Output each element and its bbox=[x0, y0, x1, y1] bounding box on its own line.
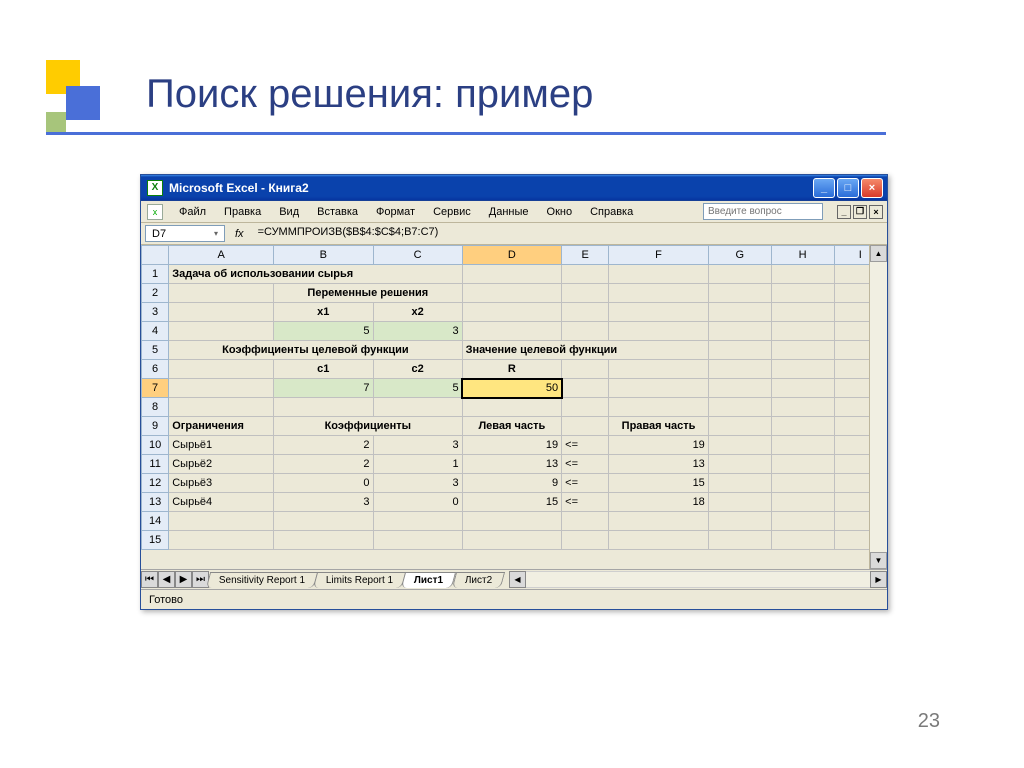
chevron-down-icon[interactable]: ▾ bbox=[214, 229, 218, 238]
row-14: 14 bbox=[142, 512, 887, 531]
scroll-track[interactable] bbox=[870, 262, 887, 552]
slide-deco bbox=[46, 60, 116, 130]
sheet-area: A B C D E F G H I 1 Задача об использова… bbox=[141, 245, 887, 569]
col-header-E[interactable]: E bbox=[562, 246, 609, 265]
menu-data[interactable]: Данные bbox=[481, 204, 537, 220]
scroll-up-button[interactable]: ▲ bbox=[870, 245, 887, 262]
column-header-row: A B C D E F G H I bbox=[142, 246, 887, 265]
row-15: 15 bbox=[142, 531, 887, 550]
doc-minimize-button[interactable]: _ bbox=[837, 205, 851, 219]
minimize-button[interactable]: _ bbox=[813, 178, 835, 198]
row-2: 2 Переменные решения bbox=[142, 284, 887, 303]
row-8: 8 bbox=[142, 398, 887, 417]
menu-edit[interactable]: Правка bbox=[216, 204, 269, 220]
menu-tools[interactable]: Сервис bbox=[425, 204, 479, 220]
row-header[interactable]: 1 bbox=[142, 265, 169, 284]
window-titlebar[interactable]: X Microsoft Excel - Книга2 _ □ × bbox=[141, 175, 887, 201]
scroll-left-button[interactable]: ◀ bbox=[509, 571, 526, 588]
col-header-B[interactable]: B bbox=[274, 246, 374, 265]
scroll-down-button[interactable]: ▼ bbox=[870, 552, 887, 569]
col-header-F[interactable]: F bbox=[609, 246, 709, 265]
page-number: 23 bbox=[918, 710, 940, 733]
workbook-icon[interactable]: x bbox=[147, 204, 163, 220]
sheet-tabs-row: ⏮ ◀ ▶ ⏭ Sensitivity Report 1 Limits Repo… bbox=[141, 569, 887, 589]
window-title: Microsoft Excel - Книга2 bbox=[169, 181, 813, 195]
row-4: 4 5 3 bbox=[142, 322, 887, 341]
row-6: 6 c1 c2 R bbox=[142, 360, 887, 379]
status-text: Готово bbox=[149, 594, 183, 606]
menu-window[interactable]: Окно bbox=[539, 204, 581, 220]
menu-file[interactable]: Файл bbox=[171, 204, 214, 220]
close-button[interactable]: × bbox=[861, 178, 883, 198]
tab-next-button[interactable]: ▶ bbox=[175, 571, 192, 588]
row-10: 10 Сырьё1 2 3 19 <= 19 bbox=[142, 436, 887, 455]
row-11: 11 Сырьё2 2 1 13 <= 13 bbox=[142, 455, 887, 474]
menu-view[interactable]: Вид bbox=[271, 204, 307, 220]
col-header-H[interactable]: H bbox=[771, 246, 834, 265]
formula-bar: D7 ▾ fx =СУММПРОИЗВ($B$4:$C$4;B7:C7) bbox=[141, 223, 887, 245]
title-underline bbox=[46, 132, 886, 135]
menu-help[interactable]: Справка bbox=[582, 204, 641, 220]
select-all-corner[interactable] bbox=[142, 246, 169, 265]
row-13: 13 Сырьё4 3 0 15 <= 18 bbox=[142, 493, 887, 512]
col-header-G[interactable]: G bbox=[708, 246, 771, 265]
tab-sheet2[interactable]: Лист2 bbox=[451, 572, 505, 588]
col-header-A[interactable]: A bbox=[169, 246, 274, 265]
vertical-scrollbar[interactable]: ▲ ▼ bbox=[869, 245, 887, 569]
menu-bar: x Файл Правка Вид Вставка Формат Сервис … bbox=[141, 201, 887, 223]
fx-label[interactable]: fx bbox=[229, 228, 250, 240]
col-header-D[interactable]: D bbox=[462, 246, 562, 265]
menu-insert[interactable]: Вставка bbox=[309, 204, 366, 220]
row-5: 5 Коэффициенты целевой функции Значение … bbox=[142, 341, 887, 360]
active-cell-D7[interactable]: 50 bbox=[462, 379, 562, 398]
row-9: 9 Ограничения Коэффициенты Левая часть П… bbox=[142, 417, 887, 436]
ask-question-input[interactable] bbox=[703, 203, 823, 220]
name-box[interactable]: D7 ▾ bbox=[145, 225, 225, 242]
maximize-button[interactable]: □ bbox=[837, 178, 859, 198]
col-header-C[interactable]: C bbox=[373, 246, 462, 265]
cell[interactable]: Задача об использовании сырья bbox=[169, 265, 462, 284]
scroll-right-button[interactable]: ▶ bbox=[870, 571, 887, 588]
spreadsheet-grid[interactable]: A B C D E F G H I 1 Задача об использова… bbox=[141, 245, 887, 550]
tab-prev-button[interactable]: ◀ bbox=[158, 571, 175, 588]
tab-sheet1[interactable]: Лист1 bbox=[401, 572, 456, 588]
tab-sensitivity[interactable]: Sensitivity Report 1 bbox=[206, 572, 318, 588]
tab-limits[interactable]: Limits Report 1 bbox=[313, 572, 407, 588]
tab-nav: ⏮ ◀ ▶ ⏭ bbox=[141, 571, 209, 588]
excel-window: X Microsoft Excel - Книга2 _ □ × x Файл … bbox=[140, 174, 888, 610]
doc-close-button[interactable]: × bbox=[869, 205, 883, 219]
doc-restore-button[interactable]: ❐ bbox=[853, 205, 867, 219]
slide-title: Поиск решения: пример bbox=[146, 72, 593, 117]
row-7: 7 7 5 50 bbox=[142, 379, 887, 398]
horizontal-scrollbar[interactable]: ◀ ▶ bbox=[509, 571, 887, 588]
formula-input[interactable]: =СУММПРОИЗВ($B$4:$C$4;B7:C7) bbox=[254, 225, 883, 242]
tab-first-button[interactable]: ⏮ bbox=[141, 571, 158, 588]
status-bar: Готово bbox=[141, 589, 887, 609]
name-box-value: D7 bbox=[152, 228, 166, 240]
row-12: 12 Сырьё3 0 3 9 <= 15 bbox=[142, 474, 887, 493]
excel-icon: X bbox=[147, 180, 163, 196]
row-1: 1 Задача об использовании сырья bbox=[142, 265, 887, 284]
menu-format[interactable]: Формат bbox=[368, 204, 423, 220]
row-3: 3 x1 x2 bbox=[142, 303, 887, 322]
